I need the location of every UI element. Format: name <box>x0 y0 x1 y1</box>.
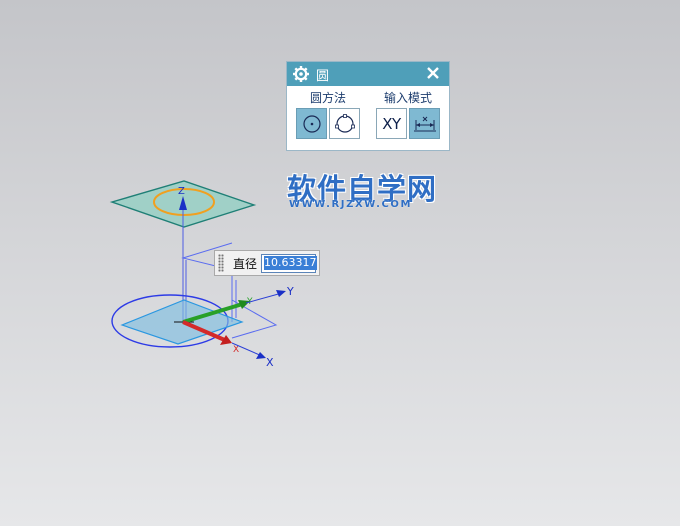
circle-method-group: 圆方法 <box>291 90 365 139</box>
circle-method-label: 圆方法 <box>309 91 346 105</box>
x-arrow <box>256 352 266 359</box>
input-mode-label: 输入模式 <box>383 91 432 105</box>
diameter-input-box: 直径 10.63317 <box>214 250 320 276</box>
diameter-value: 10.63317 <box>264 256 317 270</box>
dimension-parameter-icon <box>413 116 436 131</box>
xy-coordinate-mode-button[interactable]: XY <box>376 108 407 139</box>
gear-icon[interactable] <box>292 65 310 83</box>
z-axis-label: Z <box>178 186 185 197</box>
y-axis-label: Y <box>286 285 294 298</box>
center-point-method-button[interactable] <box>296 108 327 139</box>
drag-handle[interactable] <box>218 254 224 272</box>
x-axis-small-label: X <box>233 345 239 355</box>
close-icon[interactable] <box>424 64 442 82</box>
input-mode-group: 输入模式 XY <box>371 90 445 139</box>
circle-center-icon <box>302 114 321 133</box>
dialog-title: 圆 <box>316 68 330 84</box>
x-axis-label: X <box>266 356 274 369</box>
circle-dialog: 圆 圆方法 输入模式 XY <box>286 61 450 151</box>
three-point-method-button[interactable] <box>329 108 360 139</box>
diameter-input[interactable]: 10.63317 <box>261 253 317 273</box>
three-point-circle-icon <box>334 113 355 133</box>
watermark-url: WWW.RJZXW.COM <box>289 199 413 210</box>
parameter-mode-button[interactable] <box>409 108 440 139</box>
xy-mode-label: XY <box>382 114 401 133</box>
diameter-label: 直径 <box>233 256 258 271</box>
dialog-title-bar[interactable]: 圆 <box>287 62 449 86</box>
y-arrow <box>276 290 286 297</box>
